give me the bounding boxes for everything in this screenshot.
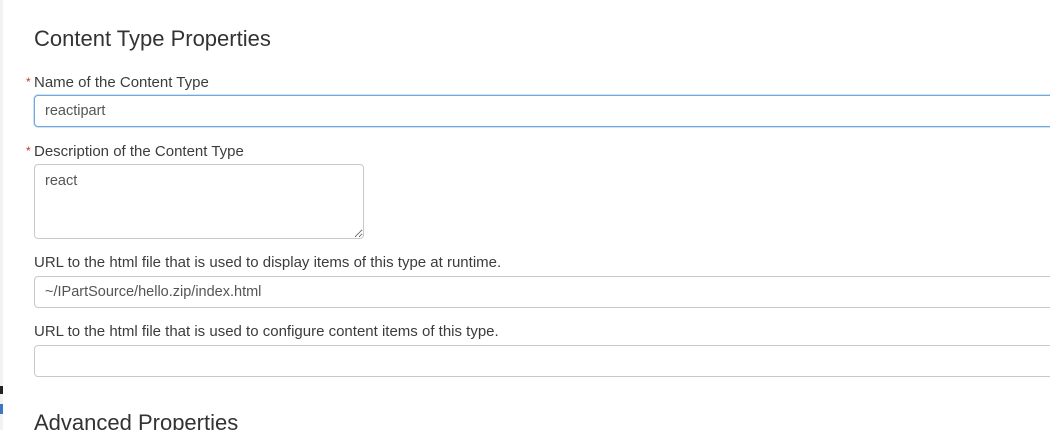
config-url-input[interactable] <box>34 345 1050 377</box>
runtime-url-label: URL to the html file that is used to dis… <box>34 254 502 271</box>
content-type-panel: Content Type Properties * Name of the Con… <box>0 0 1050 430</box>
name-field-label: Name of the Content Type <box>34 74 209 91</box>
name-field-label-row: * Name of the Content Type <box>26 74 209 91</box>
section-title-advanced-properties: Advanced Properties <box>34 410 239 430</box>
content-type-description-textarea[interactable]: react <box>34 164 364 239</box>
required-marker: * <box>26 144 31 158</box>
content-type-name-input[interactable] <box>34 95 1050 127</box>
config-url-label: URL to the html file that is used to con… <box>34 323 499 340</box>
section-title-content-type-properties: Content Type Properties <box>34 26 271 51</box>
runtime-url-input[interactable] <box>34 276 1050 308</box>
required-marker: * <box>26 75 31 89</box>
description-field-label: Description of the Content Type <box>34 143 244 160</box>
description-field-label-row: * Description of the Content Type <box>26 143 244 160</box>
